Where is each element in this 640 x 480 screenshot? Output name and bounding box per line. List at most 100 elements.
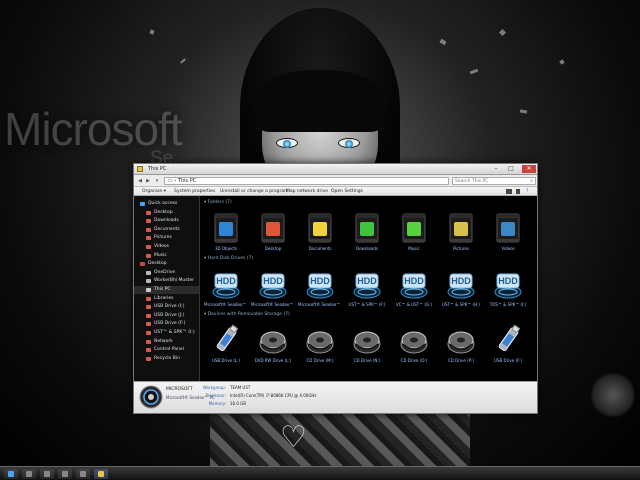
folder-icon <box>261 213 285 243</box>
sidebar-item[interactable]: Quick access <box>134 200 199 208</box>
taskbar-app-button[interactable] <box>22 469 36 479</box>
sidebar-item[interactable]: Downloads <box>134 217 199 225</box>
sidebar-item[interactable]: OneDrive <box>134 269 199 277</box>
folder-icon <box>449 213 473 243</box>
taskbar-app-button[interactable] <box>76 469 90 479</box>
sidebar-item-label: OneDrive <box>154 269 176 275</box>
usb-icon <box>146 305 151 310</box>
tile-label: TOS™ & SPK™ (I:) <box>489 302 527 307</box>
sidebar-item[interactable]: USB Drive (J:) <box>134 312 199 320</box>
group-header-folders[interactable]: ▾ Folders (7) <box>204 200 232 205</box>
forward-button[interactable]: ▶ <box>145 178 151 184</box>
folder-icon <box>146 210 151 215</box>
control-panel-icon <box>146 348 151 353</box>
tile-label: UST™ & SPK™ (H:) <box>442 302 480 307</box>
drive-tile[interactable]: HDD VC™ & UST™ (G:) <box>392 264 436 310</box>
sidebar-item-label: Network <box>154 338 173 344</box>
folder-tile[interactable]: Downloads <box>345 208 389 254</box>
wallpaper-eye-left <box>276 138 298 148</box>
svg-text:HDD: HDD <box>404 276 424 286</box>
sidebar-item[interactable]: Documents <box>134 226 199 234</box>
drive-tile[interactable]: HDD Microsoft® Seadeo™ (C:) <box>204 264 248 310</box>
back-button[interactable]: ◀ <box>137 178 143 184</box>
removable-drive-tile[interactable]: CD Drive (N:) <box>345 320 389 366</box>
search-input[interactable]: Search This PC ⌕ <box>452 177 536 185</box>
taskbar-app-button[interactable] <box>58 469 72 479</box>
sidebar-item[interactable]: USB Drive (I:) <box>134 303 199 311</box>
removable-drive-tile[interactable]: USB Drive (L:) <box>204 320 248 366</box>
open-settings-button[interactable]: Open Settings <box>331 189 363 194</box>
address-bar-row: ◀ ▶ ▾ ▭ › This PC Search This PC ⌕ <box>134 175 537 187</box>
tile-label: CD Drive (O:) <box>400 358 428 363</box>
computer-icon: ▭ › <box>168 178 177 184</box>
computer-icon <box>139 385 163 409</box>
sidebar-item[interactable]: Recycle Bin <box>134 355 199 363</box>
content-pane[interactable]: ▾ Folders (7) ▾ Hard Disk Drives (7) ▾ D… <box>200 196 537 381</box>
hard-drive-icon: HDD <box>212 273 240 299</box>
sidebar-item-label: USB Drive (I:) <box>154 304 185 310</box>
quick-access-toolbar-icon[interactable] <box>137 166 143 172</box>
removable-drive-tile[interactable]: DVD RW Drive (L:) <box>251 320 295 366</box>
drive-tile[interactable]: HDD Microsoft® Seadeo™ (E:) <box>298 264 342 310</box>
folder-tile[interactable]: Documents <box>298 208 342 254</box>
folder-icon <box>496 213 520 243</box>
system-properties-button[interactable]: System properties <box>174 189 215 194</box>
sidebar-item[interactable]: Libraries <box>134 295 199 303</box>
minimize-button[interactable]: – <box>489 165 503 173</box>
tile-label: Music <box>408 246 420 251</box>
network-icon <box>146 339 151 344</box>
tile-label: Desktop <box>264 246 282 251</box>
folder-tile[interactable]: 3D Objects <box>204 208 248 254</box>
organize-menu[interactable]: Organize ▾ <box>142 189 166 194</box>
start-button[interactable] <box>4 469 18 479</box>
sidebar-item-label: Music <box>154 252 167 258</box>
uninstall-program-button[interactable]: Uninstall or change a program <box>220 189 288 194</box>
drive-tile[interactable]: HDD TOS™ & SPK™ (I:) <box>486 264 530 310</box>
wallpaper-shard <box>498 28 507 37</box>
sidebar-item-label: Pictures <box>154 235 172 241</box>
folder-tile[interactable]: Pictures <box>439 208 483 254</box>
removable-drive-tile[interactable]: CD Drive (O:) <box>392 320 436 366</box>
sidebar-item[interactable]: UST™ & SPK™ (I:) <box>134 329 199 337</box>
sidebar-item-label: Desktop <box>148 261 167 267</box>
folder-tile[interactable]: Music <box>392 208 436 254</box>
close-button[interactable]: ✕ <box>522 165 536 173</box>
removable-drive-tile[interactable]: CD Drive (P:) <box>439 320 483 366</box>
chevron-down-icon: ▾ <box>155 178 159 184</box>
change-view-icon[interactable] <box>506 189 512 194</box>
sidebar-item[interactable]: Music <box>134 252 199 260</box>
hard-drive-icon: HDD <box>494 273 522 299</box>
file-explorer-window[interactable]: This PC – □ ✕ ◀ ▶ ▾ ▭ › This PC Search T… <box>133 163 538 414</box>
drive-tile[interactable]: HDD UST™ & SPK™ (H:) <box>439 264 483 310</box>
taskbar-explorer-button[interactable] <box>94 469 108 479</box>
folder-icon <box>214 213 238 243</box>
sidebar-item[interactable]: WorkerBhi Muster <box>134 277 199 285</box>
maximize-button[interactable]: □ <box>504 165 518 173</box>
sidebar-item[interactable]: Desktop <box>134 260 199 268</box>
wallpaper-bangs <box>258 70 382 132</box>
sidebar-item[interactable]: Desktop <box>134 209 199 217</box>
group-header-removable[interactable]: ▾ Devices with Removable Storage (7) <box>204 312 290 317</box>
recent-locations-button[interactable]: ▾ <box>154 178 160 184</box>
sidebar-item[interactable]: Network <box>134 338 199 346</box>
address-input[interactable]: ▭ › This PC <box>164 177 449 185</box>
drive-tile[interactable]: HDD Microsoft® Seadeo™ (D:) <box>251 264 295 310</box>
sidebar-item[interactable]: Pictures <box>134 234 199 242</box>
folder-tile[interactable]: Desktop <box>251 208 295 254</box>
drive-tile[interactable]: HDD UST™ & SPK™ (F:) <box>345 264 389 310</box>
preview-pane-icon[interactable] <box>516 189 520 194</box>
help-icon[interactable]: ? <box>526 189 528 194</box>
taskbar-app-button[interactable] <box>40 469 54 479</box>
sidebar-item[interactable]: This PC <box>134 286 199 294</box>
group-header-drives[interactable]: ▾ Hard Disk Drives (7) <box>204 256 253 261</box>
sidebar-item-label: Libraries <box>154 295 174 301</box>
map-network-drive-button[interactable]: Map network drive <box>286 189 328 194</box>
sidebar-item[interactable]: Control Panel <box>134 346 199 354</box>
sidebar-item[interactable]: Videos <box>134 243 199 251</box>
sidebar-item[interactable]: USB Drive (F:) <box>134 320 199 328</box>
navigation-pane[interactable]: Quick access Desktop Downloads Documents Pic… <box>134 196 200 381</box>
removable-drive-tile[interactable]: CD Drive (M:) <box>298 320 342 366</box>
folder-tile[interactable]: Videos <box>486 208 530 254</box>
removable-drive-tile[interactable]: USB Drive (F:) <box>486 320 530 366</box>
title-bar[interactable]: This PC – □ ✕ <box>134 164 537 175</box>
